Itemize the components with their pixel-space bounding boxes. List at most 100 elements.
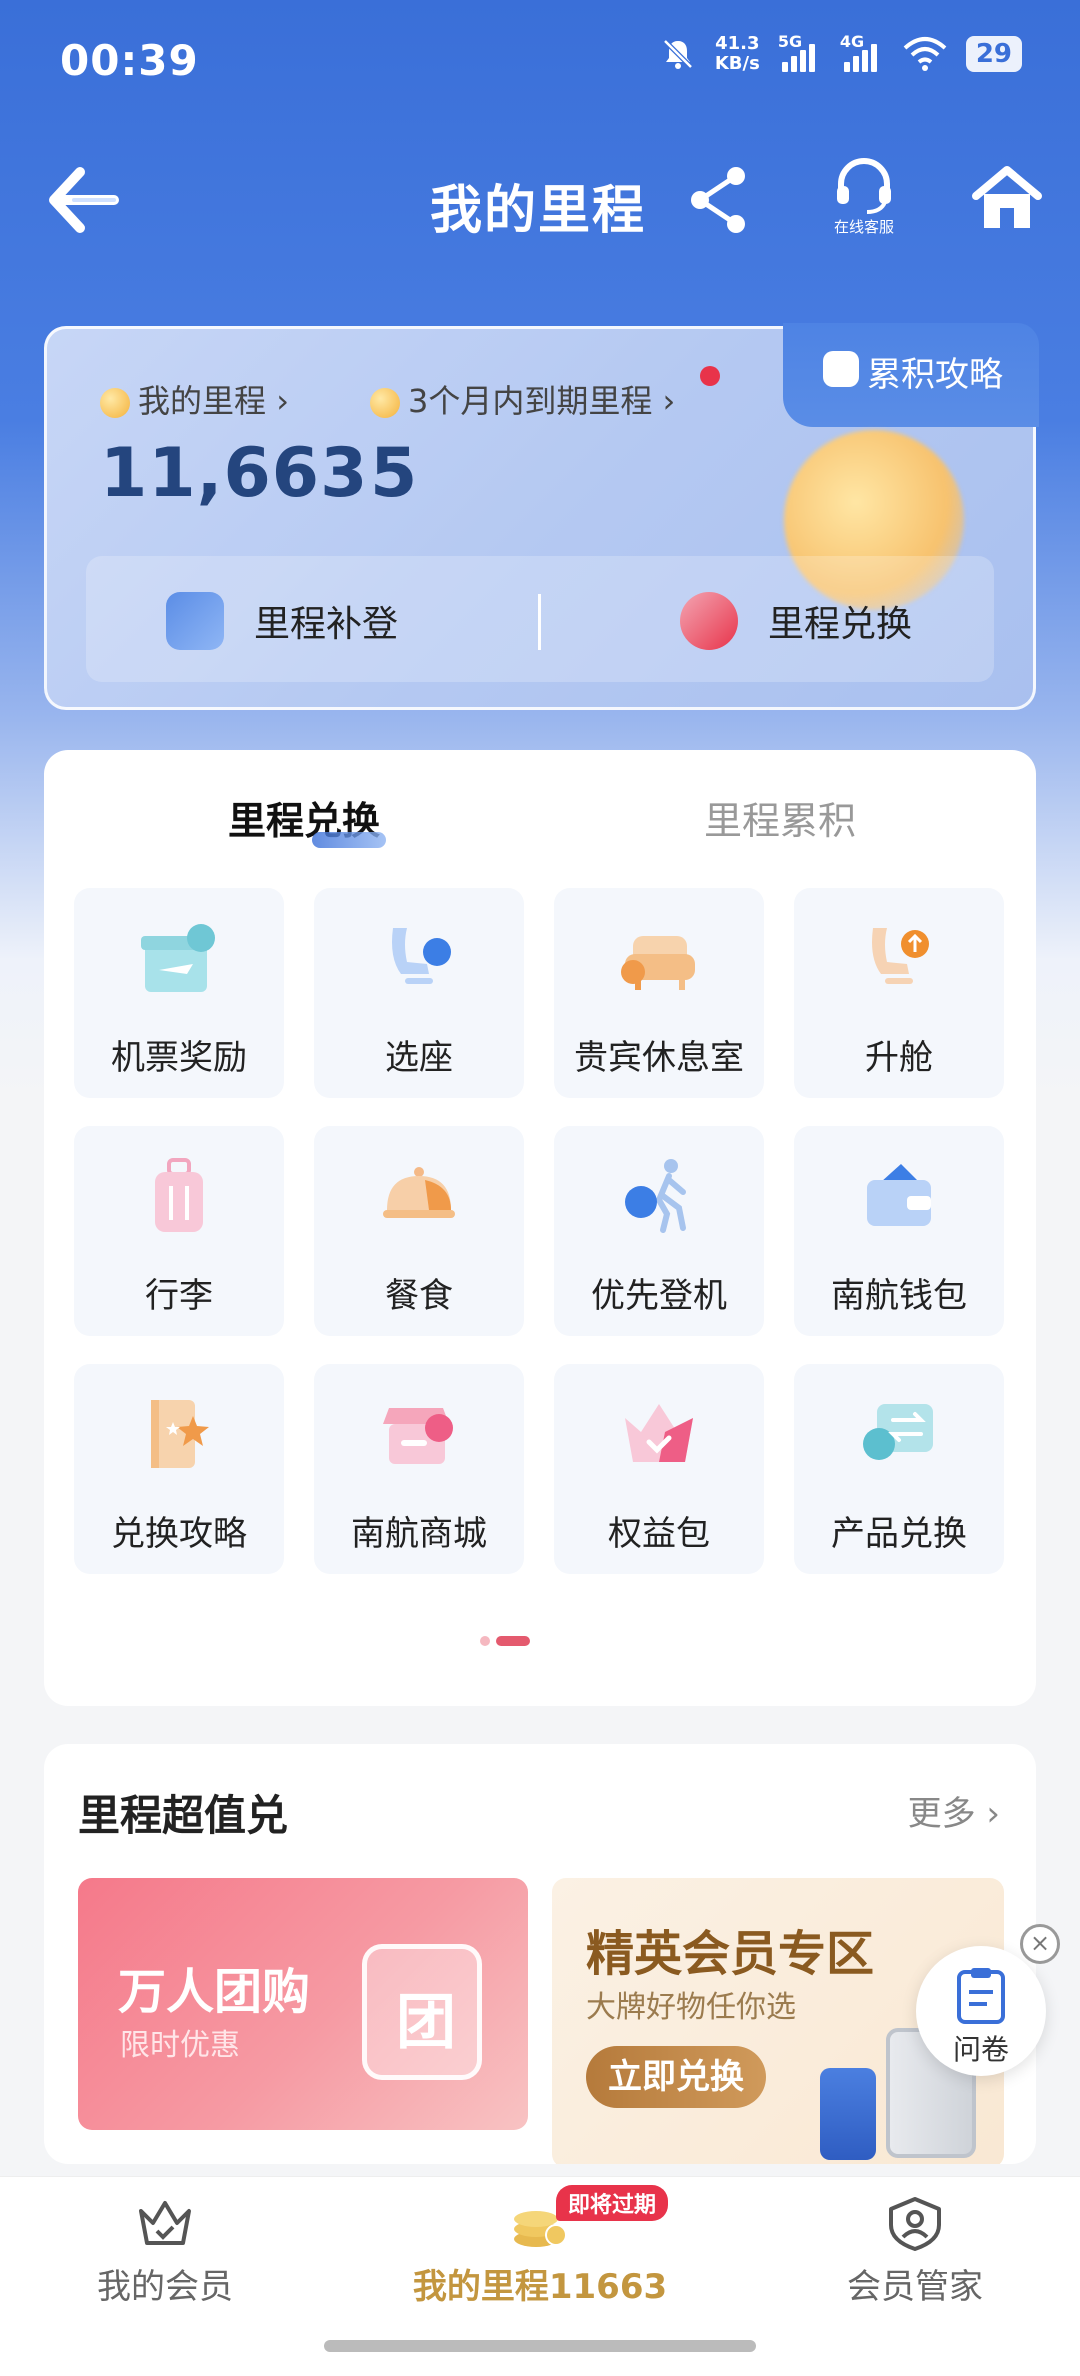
coin-icon — [370, 388, 400, 418]
grid-item-ticket-reward[interactable]: 机票奖励 — [74, 888, 284, 1098]
grid-item-mall[interactable]: 南航商城 — [314, 1364, 524, 1574]
home-button[interactable] — [970, 160, 1044, 236]
redemption-panel: 里程兑换 里程累积 机票奖励 选座 贵宾休息室 升舱 行李 餐食 优先登机 南航… — [44, 750, 1036, 1706]
battery-indicator: 29 — [965, 36, 1022, 72]
grid-item-label: 餐食 — [385, 1276, 453, 1316]
miles-redeem-button[interactable]: 里程兑换 — [680, 586, 912, 656]
chevron-right-icon: › — [652, 382, 676, 420]
action-divider — [538, 594, 541, 650]
group-buy-subtitle: 限时优惠 — [120, 2028, 240, 2063]
clock-icon — [680, 592, 738, 650]
grid-item-product-exchange[interactable]: 产品兑换 — [794, 1364, 1004, 1574]
grid-item-luggage[interactable]: 行李 — [74, 1126, 284, 1336]
home-icon — [972, 166, 1042, 228]
my-miles-link[interactable]: 我的里程 › — [100, 376, 289, 422]
nav-bar: 我的里程 在线客服 — [0, 150, 1080, 250]
share-icon — [691, 167, 745, 233]
shop-icon — [383, 1408, 453, 1464]
chevron-right-icon: › — [986, 1794, 1000, 1834]
crown-outline-icon — [139, 2201, 191, 2245]
butler-icon — [889, 2197, 941, 2251]
tab-label: 我的里程11663 — [412, 2267, 668, 2307]
survey-close-button[interactable]: × — [1020, 1924, 1060, 1964]
grid-item-label: 机票奖励 — [111, 1038, 247, 1078]
tab-miles-accumulate[interactable]: 里程累积 — [704, 790, 856, 845]
mileage-actions: 里程补登 里程兑换 — [86, 556, 994, 682]
back-arrow-icon — [49, 167, 119, 233]
grid-item-label: 行李 — [145, 1276, 213, 1316]
home-indicator[interactable] — [324, 2340, 756, 2352]
expiring-miles-value: 5 — [370, 434, 418, 513]
elite-banner-title: 精英会员专区 — [586, 1926, 875, 1982]
grid-item-label: 选座 — [385, 1038, 453, 1078]
grid-item-label: 权益包 — [608, 1514, 710, 1554]
redeem-now-button[interactable]: 立即兑换 — [586, 2046, 766, 2108]
guide-icon — [823, 351, 859, 387]
my-miles-label: 我的里程 — [138, 382, 267, 420]
miles-redeem-label: 里程兑换 — [768, 604, 913, 645]
meal-icon — [383, 1167, 455, 1218]
mute-bell-icon — [663, 39, 693, 69]
share-button[interactable] — [686, 162, 756, 238]
grid-item-label: 兑换攻略 — [111, 1514, 247, 1554]
page-title: 我的里程 — [430, 181, 647, 241]
expiring-miles-link[interactable]: 3个月内到期里程 › — [370, 376, 675, 422]
net-speed-value: 41.3 — [715, 33, 760, 54]
miles-claim-label: 里程补登 — [254, 604, 399, 645]
edit-pen-icon — [166, 592, 224, 650]
active-tab-indicator — [312, 832, 386, 848]
section-title: 里程超值兑 — [78, 1791, 289, 1840]
accumulation-guide-tab[interactable]: 累积攻略 — [783, 323, 1039, 427]
grid-item-benefit-pack[interactable]: 权益包 — [554, 1364, 764, 1574]
mileage-card: 累积攻略 我的里程 › 3个月内到期里程 › 11,663 5 里程补登 里程兑… — [44, 323, 1039, 710]
more-link[interactable]: 更多 › — [908, 1786, 1000, 1835]
grid-item-label: 南航钱包 — [831, 1276, 967, 1316]
grid-item-wallet[interactable]: 南航钱包 — [794, 1126, 1004, 1336]
group-buy-banner[interactable]: 万人团购 限时优惠 团 — [78, 1878, 528, 2130]
shopping-bag-label: 团 — [396, 1988, 456, 2058]
sim1-label: 5G — [777, 32, 803, 51]
luggage-icon — [155, 1158, 203, 1232]
signal-4g-icon: 4G — [840, 32, 884, 72]
sofa-icon — [621, 936, 695, 990]
grid-item-redeem-guide[interactable]: 兑换攻略 — [74, 1364, 284, 1574]
sim2-label: 4G — [839, 32, 865, 51]
grid-item-label: 产品兑换 — [831, 1514, 967, 1554]
signal-5g-icon: 5G — [778, 32, 822, 72]
tab-label: 会员管家 — [847, 2267, 983, 2307]
grid-item-label: 贵宾休息室 — [574, 1038, 744, 1078]
elite-banner-subtitle: 大牌好物任你选 — [586, 1990, 796, 2025]
back-button[interactable] — [44, 162, 124, 238]
expiring-badge: 即将过期 — [556, 2185, 669, 2221]
wifi-icon — [903, 37, 947, 71]
coin-icon — [100, 388, 130, 418]
chevron-right-icon: › — [266, 382, 289, 420]
grid-item-vip-lounge[interactable]: 贵宾休息室 — [554, 888, 764, 1098]
guide-book-icon — [151, 1400, 209, 1468]
grid-item-priority-boarding[interactable]: 优先登机 — [554, 1126, 764, 1336]
survey-caption: 问卷 — [952, 2033, 1009, 2066]
upgrade-seat-icon — [872, 928, 929, 984]
status-time: 00:39 — [60, 36, 199, 85]
grid-item-label: 南航商城 — [351, 1514, 487, 1554]
grid-item-seat-selection[interactable]: 选座 — [314, 888, 524, 1098]
more-label: 更多 — [907, 1794, 976, 1834]
ticket-gift-icon — [141, 924, 215, 992]
net-speed-unit: KB/s — [714, 53, 760, 74]
tab-label: 我的会员 — [97, 2267, 233, 2307]
miles-claim-button[interactable]: 里程补登 — [166, 586, 398, 656]
online-service-button[interactable]: 在线客服 — [826, 156, 902, 246]
expiring-miles-label: 3个月内到期里程 — [408, 382, 653, 420]
grid-item-upgrade[interactable]: 升舱 — [794, 888, 1004, 1098]
notification-dot — [700, 366, 720, 386]
headset-icon — [837, 158, 891, 214]
priority-boarding-icon — [625, 1159, 686, 1233]
survey-float-button[interactable]: 问卷 — [916, 1946, 1046, 2076]
grid-item-meal[interactable]: 餐食 — [314, 1126, 524, 1336]
tab-member-butler[interactable]: 会员管家 — [840, 2195, 990, 2308]
tab-my-membership[interactable]: 我的会员 — [90, 2195, 240, 2308]
clipboard-icon — [957, 1968, 1005, 2024]
status-bar: 00:39 41.3 KB/s 5G 4G 29 — [0, 0, 1080, 120]
grid-item-label: 优先登机 — [591, 1276, 727, 1316]
page-dot — [480, 1636, 490, 1646]
